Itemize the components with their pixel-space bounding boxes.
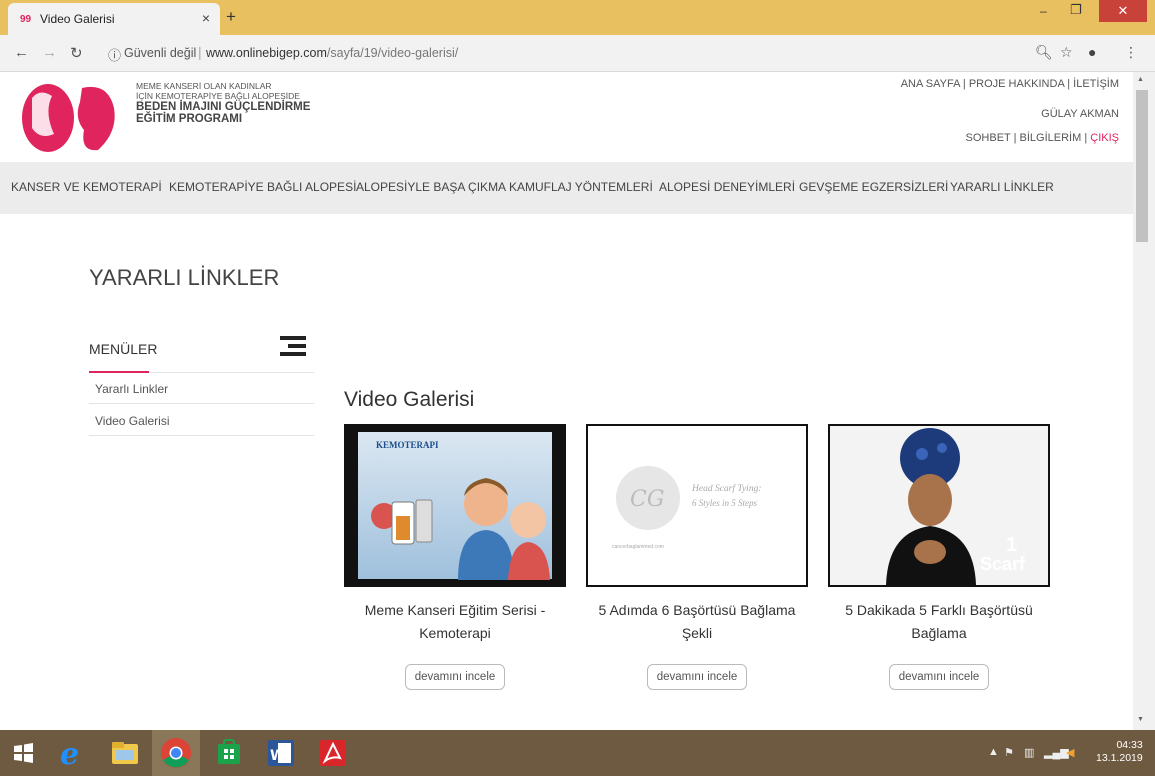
scroll-up-arrow-icon[interactable]: ▲ <box>1137 76 1144 83</box>
new-tab-button[interactable]: + <box>226 7 236 27</box>
top-link-about[interactable]: PROJE HAKKINDA <box>969 78 1064 90</box>
nav-item-kanser[interactable]: KANSER VE KEMOTERAPİ <box>11 180 162 194</box>
security-label: Güvenli değil <box>124 46 197 60</box>
system-clock[interactable]: 04:33 13.1.2019 <box>1096 739 1143 765</box>
signal-icon[interactable]: ▂▄▆ <box>1044 746 1069 759</box>
word-icon[interactable]: W <box>264 736 298 770</box>
video-thumbnail-footer: cancerbaglammed.com <box>612 544 664 550</box>
network-icon[interactable]: ▥ <box>1024 746 1034 759</box>
svg-text:CG: CG <box>630 487 664 512</box>
user-links: SOHBET | BİLGİLERİM | ÇIKIŞ <box>966 132 1119 144</box>
video-details-button[interactable]: devamını incele <box>647 664 747 690</box>
window-close-button[interactable]: ✕ <box>1099 0 1147 22</box>
user-link-profile[interactable]: BİLGİLERİM <box>1020 132 1082 144</box>
pdf-reader-icon[interactable] <box>316 736 350 770</box>
account-icon[interactable]: ● <box>1088 44 1096 60</box>
clock-time: 04:33 <box>1116 739 1143 751</box>
logo-title: EĞİTİM PROGRAMI <box>136 113 243 125</box>
user-link-separator: | <box>1013 132 1017 144</box>
tray-expand-icon[interactable]: ▲ <box>988 746 999 758</box>
nav-item-gevseme[interactable]: GEVŞEME EGZERSİZLERİ <box>799 180 948 194</box>
sidebar-heading: MENÜLER <box>89 341 158 357</box>
video-title[interactable]: 5 Adımda 6 Başörtüsü Bağlama Şekli <box>586 599 808 645</box>
tab-title: Video Galerisi <box>40 12 115 26</box>
top-link-home[interactable]: ANA SAYFA <box>901 78 960 90</box>
tab-close-icon[interactable]: × <box>202 10 210 26</box>
back-arrow-icon[interactable]: ← <box>14 44 29 61</box>
logo-text: MEME KANSERİ OLAN KADINLAR İÇİN KEMOTERA… <box>136 81 311 125</box>
sidebar-item-label: Yararlı Linkler <box>95 382 169 396</box>
nav-item-basa-cikma[interactable]: ALOPESİYLE BAŞA ÇIKMA <box>356 180 506 194</box>
nav-item-yararli-linkler[interactable]: YARARLI LİNKLER <box>950 180 1054 194</box>
video-details-button[interactable]: devamını incele <box>405 664 505 690</box>
action-flag-icon[interactable]: ⚑ <box>1004 746 1014 759</box>
nav-item-kamuflaj[interactable]: KAMUFLAJ YÖNTEMLERİ <box>509 180 653 194</box>
nav-item-deneyimler[interactable]: ALOPESİ DENEYİMLERİ <box>659 180 795 194</box>
window-maximize-button[interactable]: ❐ <box>1070 2 1082 18</box>
video-thumbnail[interactable]: 1 Scarf <box>828 424 1050 587</box>
zoom-icon[interactable]: 🔍︎ <box>1035 44 1053 61</box>
svg-text:e: e <box>60 737 79 770</box>
url-host: www.onlinebigep.com <box>206 46 327 60</box>
sidebar-item-video-galerisi[interactable]: Video Galerisi <box>89 405 314 436</box>
forward-arrow-icon[interactable]: → <box>42 44 57 61</box>
video-title[interactable]: Meme Kanseri Eğitim Serisi - Kemoterapi <box>344 599 566 645</box>
url-text[interactable]: www.onlinebigep.com/sayfa/19/video-galer… <box>206 46 458 60</box>
store-icon[interactable] <box>212 736 246 770</box>
volume-icon[interactable]: ◀ <box>1066 746 1074 759</box>
video-thumbnail-caption: 6 Styles in 5 Steps <box>692 498 757 508</box>
hamburger-menu-icon[interactable] <box>280 336 306 360</box>
svg-text:W: W <box>270 748 285 764</box>
internet-explorer-icon[interactable]: e <box>56 736 90 770</box>
user-link-separator: | <box>1084 132 1088 144</box>
url-path: /sayfa/19/video-galerisi/ <box>326 46 459 60</box>
page-scrollbar[interactable]: ▲ ▼ <box>1133 72 1155 730</box>
sidebar-item-label: Video Galerisi <box>95 414 170 428</box>
address-bar[interactable]: ⓘ Güvenli değil | www.onlinebigep.com/sa… <box>100 40 1090 67</box>
star-icon[interactable]: ☆ <box>1060 44 1073 61</box>
video-thumbnail-caption: Head Scarf Tying: <box>692 484 762 494</box>
logo-line: İÇİN KEMOTERAPİYE BAĞLI ALOPESİDE <box>136 90 300 101</box>
windows-taskbar: e W ▲ ⚑ ▥ ▂▄▆ ◀ 04:33 13.1.2019 <box>0 730 1155 776</box>
nav-item-kemoterapi-alopesi[interactable]: KEMOTERAPİYE BAĞLI ALOPESİ <box>169 180 356 194</box>
video-title[interactable]: 5 Dakikada 5 Farklı Başörtüsü Bağlama <box>828 599 1050 645</box>
browser-tab-strip: 99 Video Galerisi × + – ❐ ✕ <box>0 0 1155 35</box>
top-link-contact[interactable]: İLETİŞİM <box>1073 78 1119 90</box>
file-explorer-icon[interactable] <box>108 736 142 770</box>
logo-title: BEDEN İMAJINI GÜÇLENDİRME <box>136 101 311 113</box>
video-thumbnail-caption: KEMOTERAPI <box>376 440 439 450</box>
video-thumbnail-caption: Scarf <box>980 554 1026 574</box>
gallery-title: Video Galerisi <box>344 388 475 411</box>
scrollbar-thumb[interactable] <box>1136 90 1148 242</box>
top-link-separator: | <box>962 78 966 90</box>
web-page: MEME KANSERİ OLAN KADINLAR İÇİN KEMOTERA… <box>0 72 1133 730</box>
menu-dots-icon[interactable]: ⋮ <box>1124 44 1138 61</box>
scroll-down-arrow-icon[interactable]: ▼ <box>1137 716 1144 723</box>
info-icon[interactable]: ⓘ <box>108 45 121 64</box>
user-link-logout[interactable]: ÇIKIŞ <box>1090 132 1119 144</box>
site-logo[interactable] <box>18 78 128 152</box>
browser-toolbar: ← → ↻ ⓘ Güvenli değil | www.onlinebigep.… <box>0 35 1155 72</box>
window-minimize-button[interactable]: – <box>1040 4 1047 18</box>
chrome-icon[interactable] <box>159 736 193 770</box>
windows-start-icon[interactable] <box>6 736 40 770</box>
site-favicon-icon: 99 <box>20 14 32 25</box>
video-thumbnail[interactable]: CG Head Scarf Tying: 6 Styles in 5 Steps… <box>586 424 808 587</box>
main-navigation: KANSER VE KEMOTERAPİ KEMOTERAPİYE BAĞLI … <box>0 162 1133 214</box>
video-details-button[interactable]: devamını incele <box>889 664 989 690</box>
sidebar-item-yararli-linkler[interactable]: Yararlı Linkler <box>89 373 314 404</box>
address-separator: | <box>198 44 202 60</box>
reload-icon[interactable]: ↻ <box>70 44 83 62</box>
username: GÜLAY AKMAN <box>1041 108 1119 120</box>
top-link-separator: | <box>1067 78 1071 90</box>
top-links: ANA SAYFA | PROJE HAKKINDA | İLETİŞİM <box>901 78 1119 90</box>
page-title: YARARLI LİNKLER <box>89 265 280 290</box>
video-thumbnail[interactable]: KEMOTERAPI <box>344 424 566 587</box>
browser-tab[interactable]: 99 Video Galerisi × <box>8 3 220 35</box>
user-link-chat[interactable]: SOHBET <box>966 132 1011 144</box>
clock-date: 13.1.2019 <box>1096 752 1143 764</box>
